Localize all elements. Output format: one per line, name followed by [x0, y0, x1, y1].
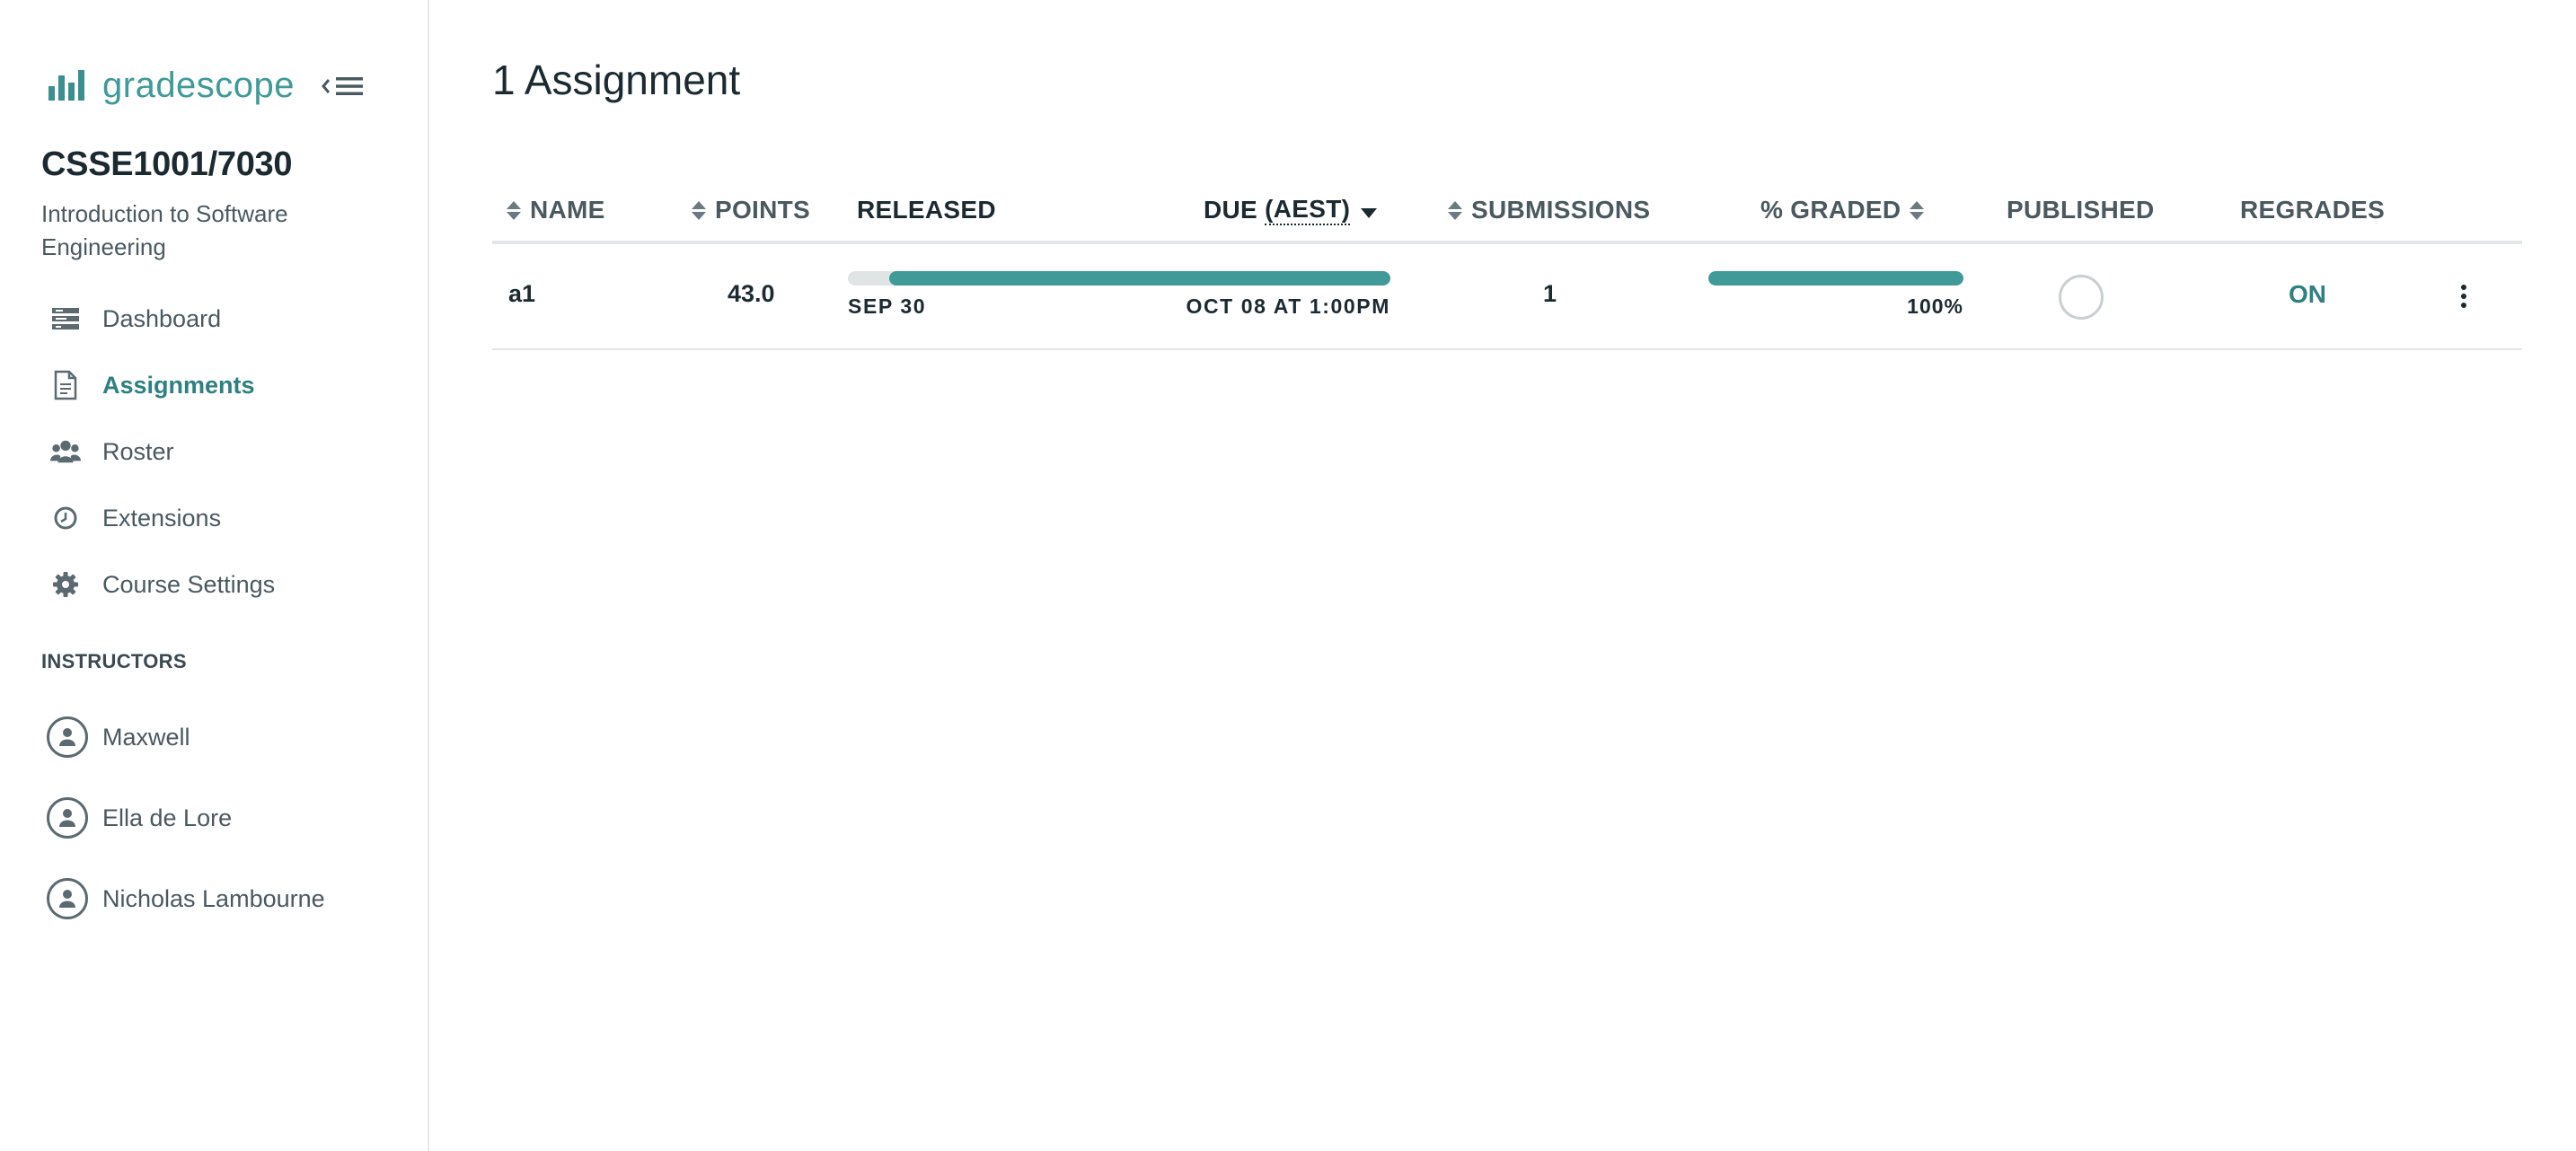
- column-header-due[interactable]: DUE (AEST): [1204, 192, 1378, 228]
- course-code[interactable]: CSSE1001/7030: [41, 145, 293, 184]
- released-date: SEP 30: [848, 294, 927, 318]
- sidebar-item-label: Roster: [102, 437, 174, 465]
- sidebar-item-label: Assignments: [102, 371, 255, 399]
- sidebar-item-assignments[interactable]: Assignments: [50, 352, 275, 418]
- gear-icon: [50, 569, 81, 600]
- assignment-name-link[interactable]: a1: [508, 280, 535, 308]
- column-label: % GRADED: [1760, 196, 1901, 224]
- column-header-submissions[interactable]: SUBMISSIONS: [1448, 192, 1650, 228]
- column-label: POINTS: [715, 196, 811, 224]
- regrades-toggle[interactable]: ON: [2289, 280, 2326, 309]
- column-label: NAME: [530, 196, 605, 224]
- column-header-name[interactable]: NAME: [507, 192, 605, 228]
- avatar-icon: [47, 878, 88, 919]
- sidebar-item-label: Dashboard: [102, 304, 222, 332]
- logo-text: gradescope: [102, 65, 296, 105]
- graded-progress-fill: [1708, 271, 1963, 286]
- sidebar-item-label: Extensions: [102, 504, 222, 532]
- due-date: OCT 08 AT 1:00PM: [1186, 294, 1390, 318]
- timeline-fill: [889, 271, 1390, 286]
- people-icon: [50, 436, 81, 467]
- sidebar-item-course-settings[interactable]: Course Settings: [50, 551, 275, 618]
- sidebar-nav: Dashboard Assignments Roster Extensions …: [50, 286, 275, 618]
- submissions-count[interactable]: 1: [1543, 280, 1557, 308]
- column-header-points[interactable]: POINTS: [692, 192, 810, 228]
- instructor-name: Ella de Lore: [102, 804, 233, 831]
- sidebar-item-extensions[interactable]: Extensions: [50, 485, 275, 551]
- instructor-list: Maxwell Ella de Lore Nicholas Lambourne: [47, 697, 325, 939]
- sort-icon: [692, 200, 706, 220]
- dashboard-icon: [50, 303, 81, 334]
- column-header-regrades: REGRADES: [2240, 192, 2385, 228]
- table-row: a1 43.0 SEP 30 OCT 08 AT 1:00PM 1 100% O…: [492, 244, 2522, 350]
- sidebar: gradescope CSSE1001/7030 Introduction to…: [0, 0, 429, 1151]
- sort-icon: [507, 200, 521, 220]
- instructor-item[interactable]: Ella de Lore: [47, 778, 325, 858]
- graded-percent: 100%: [1907, 294, 1963, 318]
- course-name: Introduction to Software Engineering: [41, 200, 288, 260]
- instructor-name: Nicholas Lambourne: [102, 884, 325, 912]
- column-header-published: PUBLISHED: [2007, 192, 2155, 228]
- publish-toggle[interactable]: [2059, 275, 2104, 320]
- sort-icon: [1448, 200, 1462, 220]
- column-label: RELEASED: [857, 196, 996, 224]
- avatar-icon: [47, 716, 88, 758]
- clock-icon: [50, 503, 81, 533]
- column-label: REGRADES: [2240, 196, 2386, 224]
- assignments-table-header: NAME POINTS RELEASED DUE (AEST) SUBMISSI…: [492, 176, 2522, 244]
- column-label: DUE: [1204, 196, 1258, 224]
- column-header-released[interactable]: RELEASED: [857, 192, 996, 228]
- column-label: SUBMISSIONS: [1471, 196, 1651, 224]
- document-icon: [50, 370, 81, 400]
- sidebar-item-dashboard[interactable]: Dashboard: [50, 286, 275, 352]
- column-label: PUBLISHED: [2007, 196, 2155, 224]
- avatar-icon: [47, 797, 88, 839]
- sidebar-item-label: Course Settings: [102, 570, 276, 598]
- sort-desc-icon: [1361, 207, 1378, 218]
- sort-icon: [1910, 200, 1925, 220]
- sidebar-item-roster[interactable]: Roster: [50, 418, 275, 485]
- gradescope-logo[interactable]: gradescope: [49, 63, 295, 108]
- collapse-sidebar-button[interactable]: [320, 68, 366, 104]
- instructor-item[interactable]: Nicholas Lambourne: [47, 858, 325, 939]
- points-value: 43.0: [728, 280, 775, 307]
- more-actions-icon[interactable]: [2450, 277, 2477, 316]
- timezone-label: (AEST): [1265, 195, 1351, 225]
- page-title: 1 Assignment: [492, 57, 741, 103]
- logo-bars-icon: [49, 70, 84, 101]
- instructors-heading: INSTRUCTORS: [41, 650, 187, 672]
- collapse-menu-icon: [322, 77, 363, 95]
- instructor-name: Maxwell: [102, 723, 190, 751]
- release-due-timeline: [848, 271, 1390, 286]
- column-header-graded[interactable]: % GRADED: [1760, 192, 1925, 228]
- graded-progress-bar: [1708, 271, 1963, 286]
- instructor-item[interactable]: Maxwell: [47, 697, 325, 778]
